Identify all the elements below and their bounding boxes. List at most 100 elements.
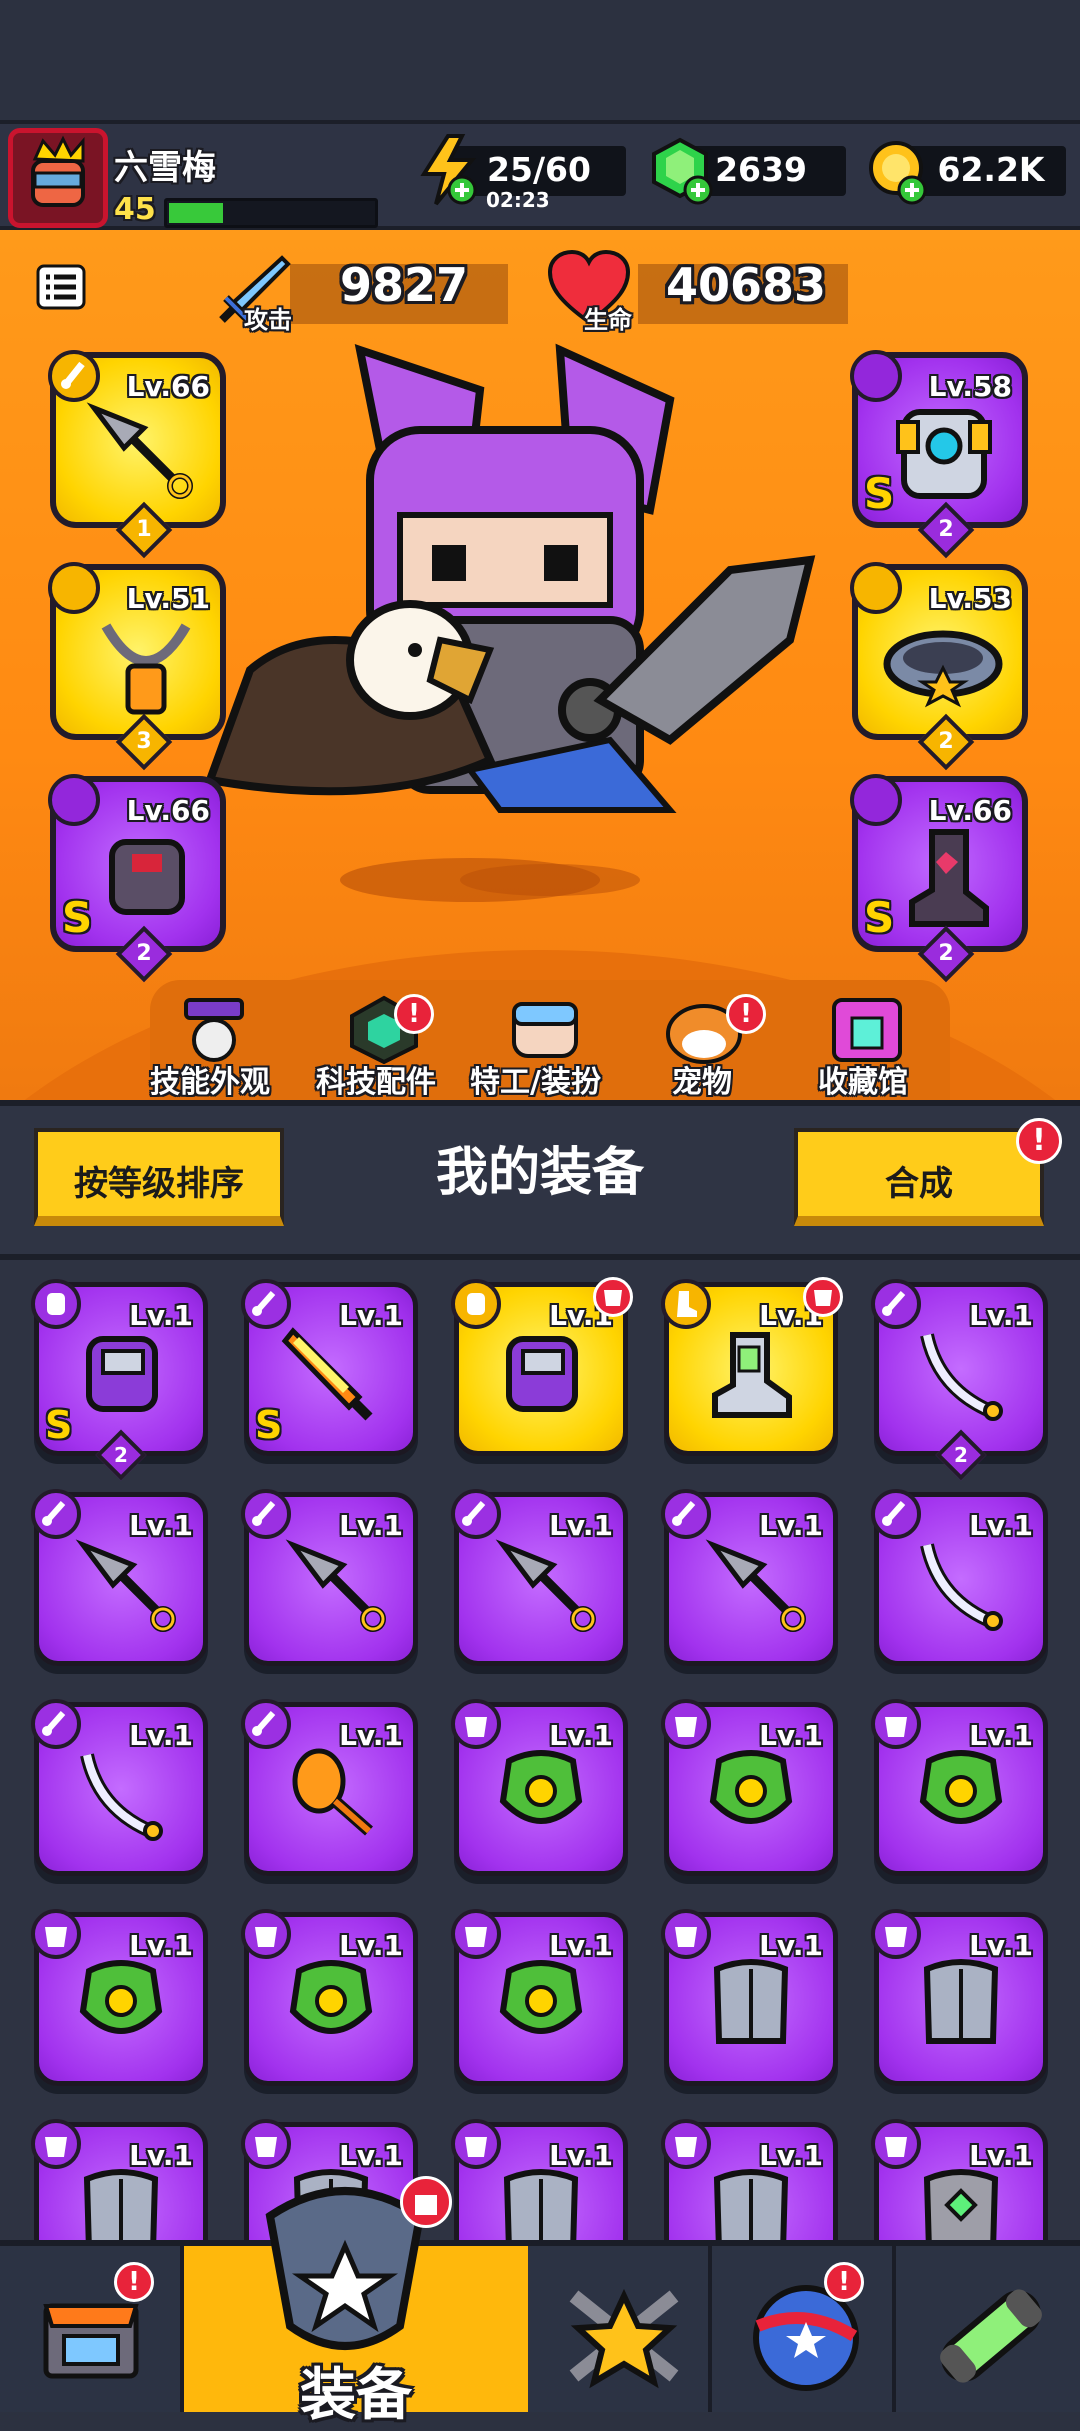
boots-slot-icon xyxy=(850,774,902,826)
avatar-icon xyxy=(31,135,85,207)
kunai-icon xyxy=(75,1539,176,1632)
armor-slot-icon xyxy=(850,350,902,402)
green-armor-icon xyxy=(709,1750,793,1824)
item-grade: S xyxy=(45,1403,73,1447)
item-grade: S xyxy=(255,1403,283,1447)
xp-bar-fill xyxy=(169,203,223,223)
player-name: 六雪梅 xyxy=(114,148,216,188)
shop-alert-icon: ! xyxy=(114,2262,154,2302)
equipped-necklace-slot[interactable]: Lv.51 3 xyxy=(48,562,226,771)
events-alert-icon: ! xyxy=(824,2262,864,2302)
new-item-shirt-icon xyxy=(593,1277,633,1317)
merge-alert-icon: ! xyxy=(1016,1118,1062,1164)
inventory-item[interactable]: Lv.1 xyxy=(241,1909,418,2086)
inventory-item[interactable]: Lv.1 xyxy=(661,1699,838,1876)
collection-icon xyxy=(832,998,902,1062)
equipped-armor-slot[interactable]: Lv.58 S 2 xyxy=(850,350,1028,559)
sort-by-level-button[interactable]: 按等级排序 xyxy=(34,1128,284,1226)
armor-grade: S xyxy=(864,469,895,518)
menu-item-agent[interactable] xyxy=(500,994,590,1064)
belt-level: Lv.53 xyxy=(928,582,1012,615)
menu-item-skill-skin[interactable] xyxy=(170,994,260,1064)
hero-character[interactable] xyxy=(170,340,870,940)
inventory-item[interactable]: Lv.1 xyxy=(451,1909,628,2086)
equipped-weapon-slot[interactable]: Lv.66 1 xyxy=(48,350,226,559)
pet-alert-icon: ! xyxy=(726,994,766,1034)
gauntlet-icon xyxy=(86,1336,158,1412)
steel-armor-icon xyxy=(713,1959,789,2044)
gloves-slot-icon xyxy=(48,774,100,826)
inventory-item[interactable]: Lv.1 xyxy=(31,1699,208,1876)
inventory-item[interactable]: Lv.1 2 xyxy=(871,1279,1048,1481)
inventory-item[interactable]: Lv.1 xyxy=(241,1489,418,1666)
inventory-item[interactable]: Lv.1 xyxy=(871,1909,1048,2086)
player-avatar[interactable] xyxy=(8,128,108,228)
nav-tab-events[interactable]: ! xyxy=(712,2246,896,2412)
gold-coin-icon xyxy=(869,141,927,205)
green-armor-icon xyxy=(289,1960,373,2034)
katana-icon xyxy=(80,1753,163,1841)
boots-icon xyxy=(909,829,989,927)
merge-button[interactable]: 合成 xyxy=(794,1128,1044,1226)
inventory-item[interactable]: Lv.1 xyxy=(661,1489,838,1666)
attack-value: 9827 xyxy=(340,258,469,312)
energy-value: 25/60 xyxy=(487,150,591,189)
steel-armor-icon xyxy=(923,1959,999,2044)
new-item-shirt-icon xyxy=(803,1277,843,1317)
nav-tab-battle[interactable] xyxy=(528,2246,712,2412)
attack-label: 攻击 xyxy=(244,306,292,334)
equipped-belt-slot[interactable]: Lv.53 2 xyxy=(850,562,1028,771)
green-armor-icon xyxy=(79,1960,163,2034)
hp-label: 生命 xyxy=(584,306,632,334)
gloves-grade: S xyxy=(62,893,93,942)
kunai-icon xyxy=(705,1539,806,1632)
section-title: 我的装备 xyxy=(435,1143,644,1203)
menu-list-icon[interactable] xyxy=(36,264,86,310)
kunai-icon xyxy=(495,1539,596,1632)
equipment-alert-icon xyxy=(400,2176,452,2228)
green-armor-icon xyxy=(499,1960,583,2034)
kunai-icon xyxy=(285,1539,386,1632)
gauntlet-icon xyxy=(506,1336,578,1412)
belt-icon xyxy=(883,630,1003,708)
inventory-item[interactable]: Lv.1 xyxy=(871,1489,1048,1666)
nav-tab-evolve[interactable] xyxy=(896,2246,1080,2412)
inventory-item[interactable]: Lv.1 xyxy=(241,1699,418,1876)
belt-slot-icon xyxy=(850,562,902,614)
katana-icon xyxy=(920,1333,1003,1421)
agent-icon xyxy=(512,1002,578,1058)
menu-label-agent: 特工/装扮 xyxy=(470,1065,601,1100)
mech-armor-icon xyxy=(896,409,992,499)
inventory-item[interactable]: Lv.1 xyxy=(451,1699,628,1876)
inventory-item[interactable]: Lv.1 xyxy=(871,1699,1048,1876)
nav-tab-shop[interactable]: ! xyxy=(0,2246,184,2412)
battle-star-icon xyxy=(569,2288,679,2389)
inventory-item[interactable]: Lv.1 S 2 xyxy=(31,1279,208,1481)
energy-icon xyxy=(420,134,477,206)
katana-icon xyxy=(920,1543,1003,1631)
equipped-boots-slot[interactable]: Lv.66 S 2 xyxy=(850,774,1028,983)
inventory-item[interactable]: Lv.1 xyxy=(451,1489,628,1666)
menu-label-collection: 收藏馆 xyxy=(818,1065,908,1100)
green-armor-icon xyxy=(499,1750,583,1824)
menu-label-skill-skin: 技能外观 xyxy=(150,1065,270,1100)
flame-sword-icon xyxy=(281,1327,373,1421)
equipped-gloves-slot[interactable]: Lv.66 S 2 xyxy=(48,774,226,983)
menu-item-collection[interactable] xyxy=(822,994,912,1064)
status-bar-area xyxy=(0,0,1080,120)
inventory-item[interactable]: Lv.1 xyxy=(31,1909,208,2086)
inventory-item[interactable]: Lv.1 S xyxy=(241,1279,418,1456)
inventory-item[interactable]: Lv.1 xyxy=(661,1909,838,2086)
necklace-icon xyxy=(101,623,191,715)
energy-timer: 02:23 xyxy=(486,188,550,212)
xp-bar xyxy=(164,198,378,228)
boots-icon xyxy=(712,1332,792,1418)
gauntlet-icon xyxy=(109,839,185,915)
inventory-item[interactable]: Lv.1 xyxy=(451,1277,633,1456)
player-level: 45 xyxy=(114,192,156,227)
dna-capsule-icon xyxy=(940,2289,1042,2383)
green-armor-icon xyxy=(919,1750,1003,1824)
equipment-tab-label: 装备 xyxy=(300,2363,412,2428)
inventory-item[interactable]: Lv.1 xyxy=(661,1277,843,1456)
inventory-item[interactable]: Lv.1 xyxy=(31,1489,208,1666)
